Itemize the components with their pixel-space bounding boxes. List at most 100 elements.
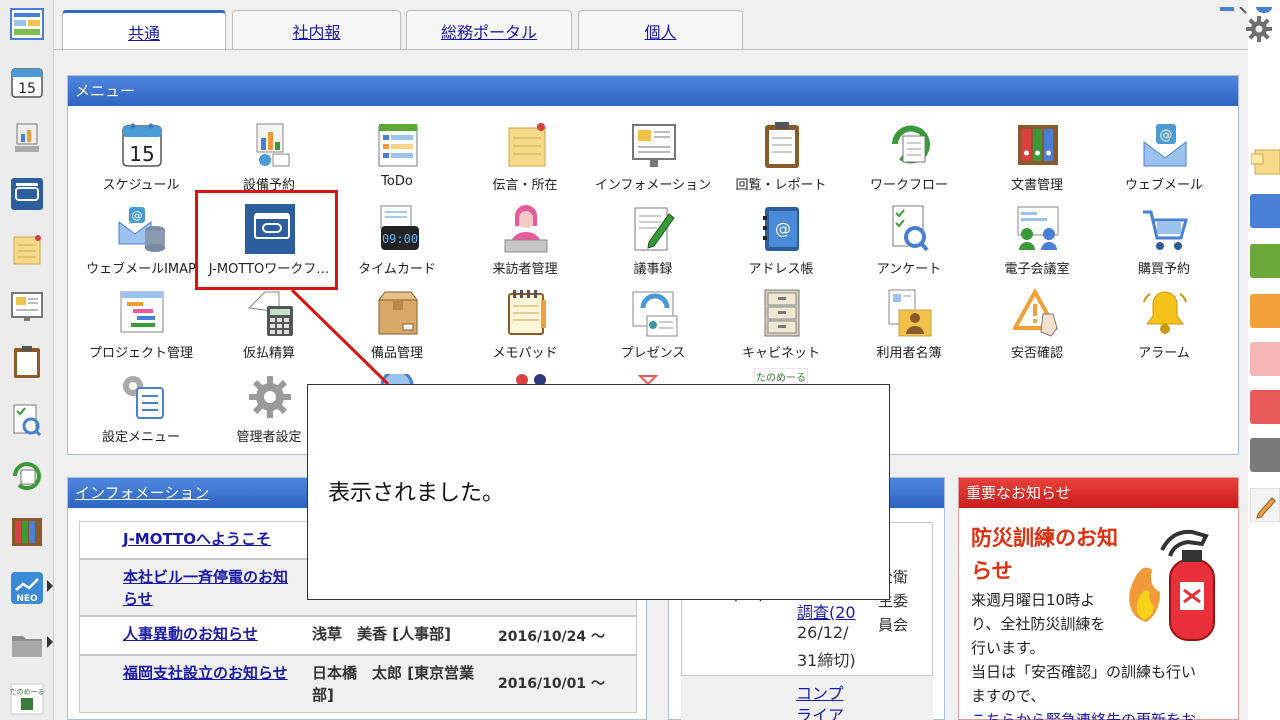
left-app-sidebar: 15 NEO たのめーる: [0, 0, 54, 720]
menu-item-memo[interactable]: 伝言・所在: [461, 120, 589, 202]
schedule-calendar-icon[interactable]: 15: [9, 64, 45, 100]
news-headline[interactable]: 防災訓練のお知らせ: [971, 522, 1121, 588]
tab-general-affairs-portal[interactable]: 総務ポータル: [406, 10, 572, 50]
binder-sidebar-icon[interactable]: [9, 514, 45, 550]
info-row-date: 2016/10/24 ～: [498, 629, 606, 645]
jmotto-workflow-sidebar-icon[interactable]: [9, 176, 45, 212]
workflow-sidebar-icon[interactable]: [9, 458, 45, 494]
tab-common[interactable]: 共通: [62, 10, 226, 51]
presence-icon: [632, 291, 678, 337]
menu-item-document-management[interactable]: 文書管理: [973, 120, 1101, 202]
menu-item-webmail[interactable]: @ ウェブメール: [1100, 120, 1228, 202]
information-sidebar-icon[interactable]: [9, 288, 45, 324]
menu-item-advance-settlement[interactable]: 仮払精算: [205, 288, 333, 370]
menu-item-safety-check[interactable]: 安否確認: [973, 288, 1101, 370]
menu-item-label: スケジュール: [102, 178, 180, 193]
menu-item-label: メモパッド: [492, 346, 558, 361]
menu-item-visitor-management[interactable]: 来訪者管理: [461, 204, 589, 286]
tab-label: 社内報: [292, 22, 341, 42]
info-row-title-link[interactable]: 人事異動のお知らせ: [123, 623, 293, 645]
middle-row-text: 31締切): [797, 651, 856, 670]
menu-item-equipment-management[interactable]: 備品管理: [333, 288, 461, 370]
receptionist-icon: [504, 205, 548, 253]
middle-row-link[interactable]: ライア: [796, 702, 844, 720]
portal-home-icon[interactable]: [9, 6, 45, 42]
info-row-author: 日本橋 太郎 [東京営業部]: [312, 664, 475, 704]
survey-sidebar-icon[interactable]: [9, 402, 45, 438]
memo-sidebar-icon[interactable]: [9, 232, 45, 268]
equipment-sidebar-icon[interactable]: [9, 120, 45, 156]
svg-text:09:00: 09:00: [382, 232, 418, 246]
tab-company-newsletter[interactable]: 社内報: [232, 10, 401, 50]
menu-item-cabinet[interactable]: キャビネット: [717, 288, 845, 370]
color-tab-blue[interactable]: [1250, 194, 1280, 228]
menu-item-presence[interactable]: プレゼンス: [589, 288, 717, 370]
binder-icon: [1018, 125, 1058, 165]
memo-note-icon: [508, 123, 546, 167]
middle-row-link[interactable]: 調査(20: [797, 599, 856, 623]
address-book-icon: @: [763, 207, 799, 251]
color-tab-green[interactable]: [1250, 244, 1280, 278]
menu-item-webmail-imap[interactable]: @ ウェブメールIMAP: [77, 204, 205, 286]
tanomeru-sidebar-icon[interactable]: たのめーる: [9, 680, 45, 716]
menu-item-label: 議事録: [633, 262, 673, 277]
folder-expand-arrow-icon[interactable]: [47, 636, 53, 648]
menu-item-survey[interactable]: アンケート: [845, 204, 973, 286]
box-icon: [378, 291, 418, 335]
menu-item-information[interactable]: インフォメーション: [589, 120, 717, 202]
menu-item-memo-pad[interactable]: メモパッド: [461, 288, 589, 370]
svg-text:@: @: [132, 209, 143, 222]
tab-label: 個人: [644, 22, 677, 42]
menu-item-minutes[interactable]: 議事録: [589, 204, 717, 286]
app-stage: 15 NEO たのめーる 共通 社内報 総務ポータル 個人 メニュー 15 スケ…: [0, 0, 1280, 720]
menu-item-settings-menu[interactable]: 設定メニュー: [77, 372, 205, 454]
calendar-icon: 15: [122, 123, 162, 167]
menu-item-workflow[interactable]: ワークフロー: [845, 120, 973, 202]
middle-row-2: コンプ ライア: [681, 675, 933, 720]
menu-item-project-management[interactable]: プロジェクト管理: [77, 288, 205, 370]
menu-item-label: 来訪者管理: [492, 262, 558, 277]
information-board-icon: [632, 124, 676, 167]
clipboard-sidebar-icon[interactable]: [9, 344, 45, 380]
menu-item-label: 回覧・レポート: [735, 178, 827, 193]
menu-item-purchase-reservation[interactable]: 購買予約: [1100, 204, 1228, 286]
tab-label: 総務ポータル: [440, 22, 537, 42]
svg-text:たのめーる: たのめーる: [10, 688, 45, 696]
menu-item-label: 伝言・所在: [492, 178, 558, 193]
menu-item-timecard[interactable]: 09:00 タイムカード: [333, 204, 461, 286]
news-body-line[interactable]: こちらから緊急連絡先の更新をお: [971, 708, 1221, 720]
menu-item-circulation-report[interactable]: 回覧・レポート: [717, 120, 845, 202]
cabinet-icon: [764, 289, 800, 337]
menu-item-user-directory[interactable]: 利用者名簿: [845, 288, 973, 370]
folder-sidebar-icon[interactable]: [9, 626, 45, 662]
color-tab-gray[interactable]: [1250, 438, 1280, 472]
calculator-icon: [247, 291, 293, 336]
menu-item-label: 仮払精算: [242, 346, 295, 361]
info-row-title-link[interactable]: 本社ビル一斉停電のお知らせ: [123, 566, 293, 610]
middle-row-link[interactable]: コンプ: [796, 680, 844, 704]
neo-expand-arrow-icon[interactable]: [47, 580, 53, 592]
menu-item-meeting-room[interactable]: 電子会議室: [973, 204, 1101, 286]
tab-personal[interactable]: 個人: [578, 10, 743, 50]
settings-gear-icon[interactable]: [1244, 14, 1274, 44]
menu-item-label: 安否確認: [1010, 346, 1063, 361]
menu-item-label: 文書管理: [1010, 178, 1063, 193]
menu-item-label: アドレス帳: [748, 262, 814, 277]
pencil-icon[interactable]: [1250, 488, 1280, 522]
sticky-note-icon[interactable]: [1251, 146, 1280, 176]
menu-item-schedule[interactable]: 15 スケジュール: [77, 120, 205, 202]
color-tab-pink[interactable]: [1250, 342, 1280, 376]
color-tab-orange[interactable]: [1250, 294, 1280, 328]
svg-text:NEO: NEO: [16, 594, 38, 604]
menu-item-label: インフォメーション: [594, 178, 712, 193]
color-tab-red[interactable]: [1250, 390, 1280, 424]
info-row-title-link[interactable]: 福岡支社設立のお知らせ: [123, 662, 293, 684]
svg-text:@: @: [1160, 128, 1173, 143]
neo-sidebar-icon[interactable]: NEO: [9, 570, 45, 606]
minutes-icon: [634, 207, 675, 251]
menu-item-todo[interactable]: ToDo: [333, 120, 461, 202]
equipment-icon: [256, 123, 290, 167]
menu-item-alarm[interactable]: アラーム: [1100, 288, 1228, 370]
menu-item-address-book[interactable]: @ アドレス帳: [717, 204, 845, 286]
info-row-title-link[interactable]: J-MOTTOへようこそ: [123, 528, 293, 550]
